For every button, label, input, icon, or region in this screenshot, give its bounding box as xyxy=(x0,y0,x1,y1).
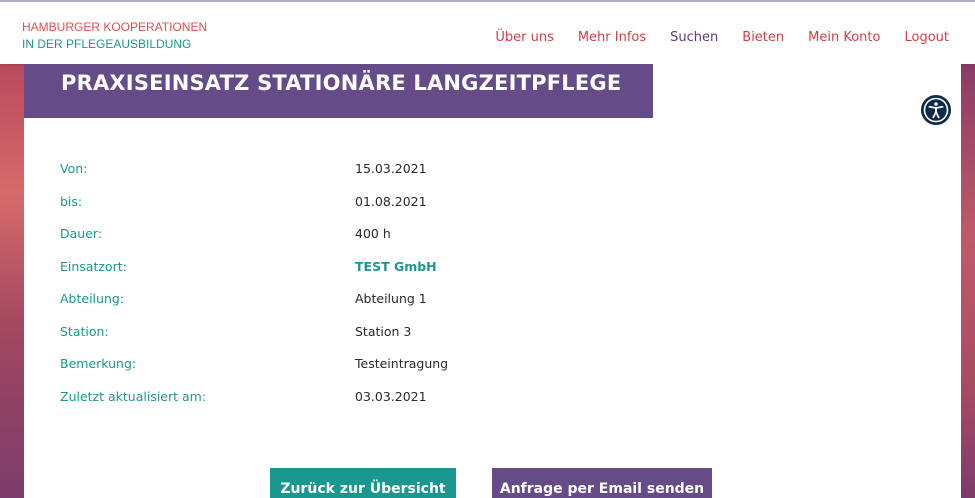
detail-row-abteilung: Abteilung: Abteilung 1 xyxy=(60,291,940,324)
logo-line-2: IN DER PFLEGEAUSBILDUNG xyxy=(22,37,192,51)
detail-label: Abteilung: xyxy=(60,291,125,306)
site-logo[interactable]: HAMBURGER KOOPERATIONEN IN DER PFLEGEAUS… xyxy=(22,19,207,53)
page-title: PRAXISEINSATZ STATIONÄRE LANGZEITPFLEGE xyxy=(61,71,622,95)
detail-value: 400 h xyxy=(355,226,391,241)
nav-item-mehr-infos[interactable]: Mehr Infos xyxy=(578,30,646,45)
back-to-overview-button[interactable]: Zurück zur Übersicht xyxy=(270,468,456,498)
nav-item-suchen[interactable]: Suchen xyxy=(670,30,718,45)
title-banner: PRAXISEINSATZ STATIONÄRE LANGZEITPFLEGE xyxy=(24,64,653,118)
detail-label: bis: xyxy=(60,193,83,209)
detail-row-aktualisiert: Zuletzt aktualisiert am: 03.03.2021 xyxy=(60,389,940,422)
detail-value: 01.08.2021 xyxy=(355,193,427,209)
nav-item-bieten[interactable]: Bieten xyxy=(742,30,784,45)
accessibility-icon xyxy=(923,97,949,123)
background-decoration-right xyxy=(961,64,975,498)
detail-row-dauer: Dauer: 400 h xyxy=(60,226,940,259)
detail-label: Zuletzt aktualisiert am: xyxy=(60,388,207,404)
detail-label: Dauer: xyxy=(60,226,103,241)
detail-row-einsatzort: Einsatzort: TEST GmbH xyxy=(60,259,940,292)
detail-value: Station 3 xyxy=(355,323,412,339)
detail-value: 03.03.2021 xyxy=(355,388,427,404)
email-request-button[interactable]: Anfrage per Email senden xyxy=(492,468,712,498)
nav-item-ueber-uns[interactable]: Über uns xyxy=(495,30,554,45)
detail-row-bemerkung: Bemerkung: Testeintragung xyxy=(60,356,940,389)
detail-value: Testeintragung xyxy=(355,356,449,371)
accessibility-button[interactable] xyxy=(919,93,953,127)
detail-value: Abteilung 1 xyxy=(355,291,427,306)
back-button-label: Zurück zur Übersicht xyxy=(280,481,446,497)
nav-item-logout[interactable]: Logout xyxy=(904,30,949,45)
detail-list: Von: 15.03.2021 bis: 01.08.2021 Dauer: 4… xyxy=(60,161,940,421)
detail-row-von: Von: 15.03.2021 xyxy=(60,161,940,194)
detail-label: Von: xyxy=(60,161,88,176)
main-nav: Über uns Mehr Infos Suchen Bieten Mein K… xyxy=(471,30,949,45)
detail-row-station: Station: Station 3 xyxy=(60,324,940,357)
email-button-label: Anfrage per Email senden xyxy=(499,481,705,497)
detail-label: Einsatzort: xyxy=(60,258,127,274)
einsatzort-link[interactable]: TEST GmbH xyxy=(355,259,437,274)
site-header: HAMBURGER KOOPERATIONEN IN DER PFLEGEAUS… xyxy=(0,0,975,64)
nav-item-mein-konto[interactable]: Mein Konto xyxy=(808,30,880,45)
background-decoration-left xyxy=(0,64,24,498)
detail-label: Bemerkung: xyxy=(60,356,137,371)
detail-row-bis: bis: 01.08.2021 xyxy=(60,194,940,227)
detail-label: Station: xyxy=(60,323,109,339)
detail-value: 15.03.2021 xyxy=(355,161,427,176)
logo-line-1: HAMBURGER KOOPERATIONEN xyxy=(22,20,208,34)
